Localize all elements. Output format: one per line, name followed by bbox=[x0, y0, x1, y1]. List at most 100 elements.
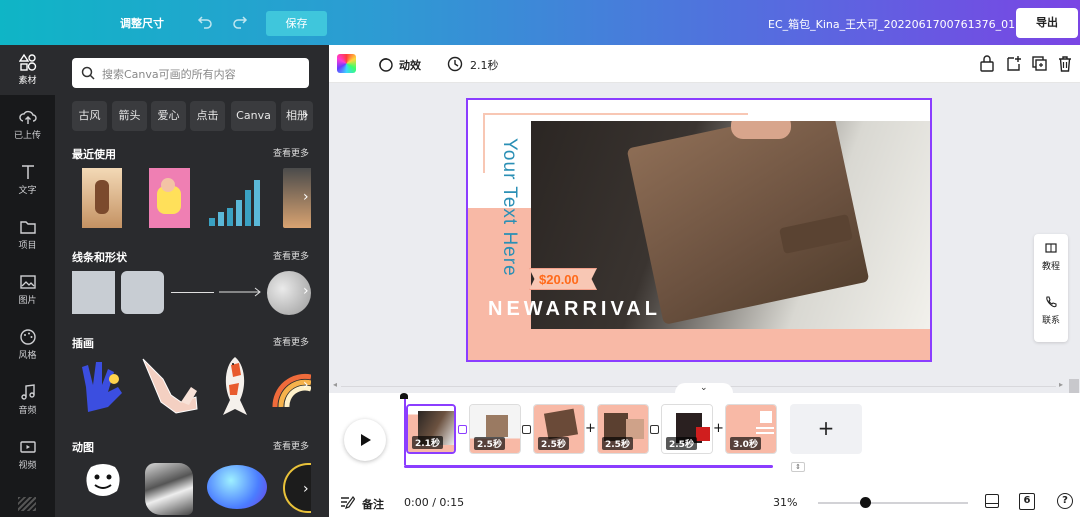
section-title-recent: 最近使用 bbox=[72, 148, 116, 161]
design-page[interactable]: Your Text Here $20.00 NEWARRIVAL bbox=[466, 98, 932, 362]
recent-thumb-bar-chart[interactable] bbox=[207, 168, 267, 228]
save-button[interactable]: 保存 bbox=[266, 11, 327, 36]
timeline-expand-icon[interactable]: ⇕ bbox=[791, 462, 805, 472]
timeline-clip-2[interactable]: 2.5秒 bbox=[469, 404, 521, 454]
animate-icon bbox=[379, 58, 393, 72]
vertical-scrollbar[interactable] bbox=[1069, 379, 1079, 393]
canvas-area: Your Text Here $20.00 NEWARRIVAL ◂ ▸ ⌄ bbox=[329, 83, 1080, 395]
chevron-right-icon[interactable]: › bbox=[303, 481, 309, 497]
chip-canva[interactable]: Canva bbox=[231, 101, 276, 131]
palette-icon bbox=[19, 329, 36, 345]
chevron-right-icon[interactable]: › bbox=[303, 377, 309, 393]
grid-view-icon[interactable] bbox=[985, 494, 999, 508]
timeline-clip-5[interactable]: 2.5秒 bbox=[661, 404, 713, 454]
illustration-hands[interactable] bbox=[141, 357, 199, 417]
see-more-lines-shapes[interactable]: 查看更多 bbox=[273, 249, 309, 262]
add-transition-button[interactable]: + bbox=[585, 421, 596, 436]
export-button[interactable]: 导出 bbox=[1016, 8, 1078, 38]
search-icon bbox=[81, 66, 95, 80]
chip-heart[interactable]: 爱心 bbox=[151, 101, 186, 131]
redo-icon[interactable] bbox=[231, 12, 249, 33]
chevron-down-icon: ⌄ bbox=[700, 383, 708, 393]
time-readout: 0:00 / 0:15 bbox=[404, 496, 465, 509]
see-more-recent[interactable]: 查看更多 bbox=[273, 146, 309, 159]
side-nav: 素材 已上传 文字 项目 图片 风格 音频 视频 bbox=[0, 45, 55, 517]
shapes-icon bbox=[18, 53, 36, 71]
chevron-right-icon[interactable]: › bbox=[303, 189, 309, 205]
timeline-clip-3[interactable]: 2.5秒 bbox=[533, 404, 585, 454]
scroll-left-icon[interactable]: ◂ bbox=[333, 380, 337, 389]
add-page-button[interactable]: + bbox=[790, 404, 862, 454]
resize-button[interactable]: 调整尺寸 bbox=[120, 15, 164, 31]
nav-item-video[interactable]: 视频 bbox=[0, 430, 55, 480]
editor-toolbar: 动效 2.1秒 bbox=[329, 45, 1080, 83]
timeline-progress-bar bbox=[404, 465, 773, 468]
sticker-chrome-shape[interactable] bbox=[145, 463, 193, 515]
chip-click[interactable]: 点击 bbox=[190, 101, 225, 131]
lock-icon[interactable] bbox=[979, 55, 995, 75]
undo-icon[interactable] bbox=[196, 12, 214, 33]
help-button[interactable]: ? bbox=[1057, 493, 1073, 509]
headline-text[interactable]: NEWARRIVAL bbox=[488, 298, 661, 321]
shape-line[interactable] bbox=[171, 292, 214, 293]
color-picker-icon[interactable] bbox=[337, 54, 356, 73]
transition-icon[interactable] bbox=[458, 425, 467, 434]
chevron-right-icon[interactable]: › bbox=[303, 283, 309, 299]
tutorial-button[interactable]: 教程 bbox=[1034, 242, 1068, 272]
see-more-animations[interactable]: 查看更多 bbox=[273, 439, 309, 452]
add-page-icon[interactable] bbox=[1005, 55, 1022, 75]
nav-item-projects[interactable]: 项目 bbox=[0, 210, 55, 260]
timeline-clip-6[interactable]: 3.0秒 bbox=[725, 404, 777, 454]
shape-arrow-line[interactable] bbox=[219, 285, 262, 299]
shape-rounded-square[interactable] bbox=[121, 271, 164, 314]
zoom-slider[interactable] bbox=[818, 497, 968, 508]
nav-item-audio[interactable]: 音频 bbox=[0, 375, 55, 425]
chip-gufeng[interactable]: 古风 bbox=[72, 101, 107, 131]
contact-button[interactable]: 联系 bbox=[1034, 296, 1068, 326]
page-count-button[interactable]: 6 bbox=[1019, 493, 1035, 510]
recent-thumb-pink-photo[interactable] bbox=[149, 168, 190, 228]
section-title-lines-shapes: 线条和形状 bbox=[72, 251, 127, 264]
search-input[interactable]: 搜索Canva可画的所有内容 bbox=[72, 58, 309, 88]
sticker-smiley-blob[interactable] bbox=[83, 461, 123, 501]
delete-page-icon[interactable] bbox=[1057, 55, 1073, 75]
timeline: 2.1秒 2.5秒 2.5秒 + 2.5秒 2.5秒 + 3.0秒 + ⇕ bbox=[329, 393, 1080, 488]
image-icon bbox=[19, 275, 36, 289]
price-tag[interactable]: $20.00 bbox=[529, 268, 597, 290]
nav-item-text[interactable]: 文字 bbox=[0, 155, 55, 205]
vertical-text[interactable]: Your Text Here bbox=[498, 138, 520, 277]
file-name[interactable]: EC_箱包_Kina_王大可_2022061700761376_01 bbox=[768, 16, 1015, 32]
see-more-illustrations[interactable]: 查看更多 bbox=[273, 335, 309, 348]
sticker-blue-disc[interactable] bbox=[207, 465, 267, 509]
chevron-right-icon[interactable]: › bbox=[303, 107, 309, 123]
zoom-slider-thumb[interactable] bbox=[859, 497, 871, 508]
bottom-bar: 备注 0:00 / 0:15 31% 6 ? bbox=[329, 488, 1080, 517]
nav-item-photos[interactable]: 图片 bbox=[0, 265, 55, 315]
top-bar: 调整尺寸 保存 EC_箱包_Kina_王大可_2022061700761376_… bbox=[0, 0, 1080, 45]
transition-icon[interactable] bbox=[650, 425, 659, 434]
timeline-clip-4[interactable]: 2.5秒 bbox=[597, 404, 649, 454]
zoom-readout[interactable]: 31% bbox=[773, 496, 797, 509]
duplicate-page-icon[interactable] bbox=[1031, 55, 1048, 75]
book-icon bbox=[1045, 243, 1057, 253]
transition-icon[interactable] bbox=[522, 425, 531, 434]
chip-arrow[interactable]: 箭头 bbox=[112, 101, 147, 131]
cloud-upload-icon bbox=[18, 110, 37, 124]
recent-thumb-woman[interactable] bbox=[82, 168, 122, 228]
nav-item-uploads[interactable]: 已上传 bbox=[0, 100, 55, 150]
play-button[interactable] bbox=[344, 419, 386, 461]
clock-icon bbox=[447, 56, 463, 72]
nav-item-elements[interactable]: 素材 bbox=[0, 45, 55, 95]
shape-square[interactable] bbox=[72, 271, 115, 314]
illustration-hand-ok[interactable] bbox=[78, 357, 128, 417]
more-apps-icon[interactable] bbox=[18, 497, 36, 511]
add-transition-button[interactable]: + bbox=[713, 421, 724, 436]
timeline-clip-1[interactable]: 2.1秒 bbox=[406, 404, 456, 454]
scroll-right-icon[interactable]: ▸ bbox=[1059, 380, 1063, 389]
hand bbox=[731, 121, 791, 139]
text-icon bbox=[21, 165, 34, 179]
video-icon bbox=[19, 441, 36, 453]
play-icon bbox=[361, 434, 371, 446]
nav-item-styles[interactable]: 风格 bbox=[0, 320, 55, 370]
illustration-koi-fish[interactable] bbox=[215, 355, 255, 420]
